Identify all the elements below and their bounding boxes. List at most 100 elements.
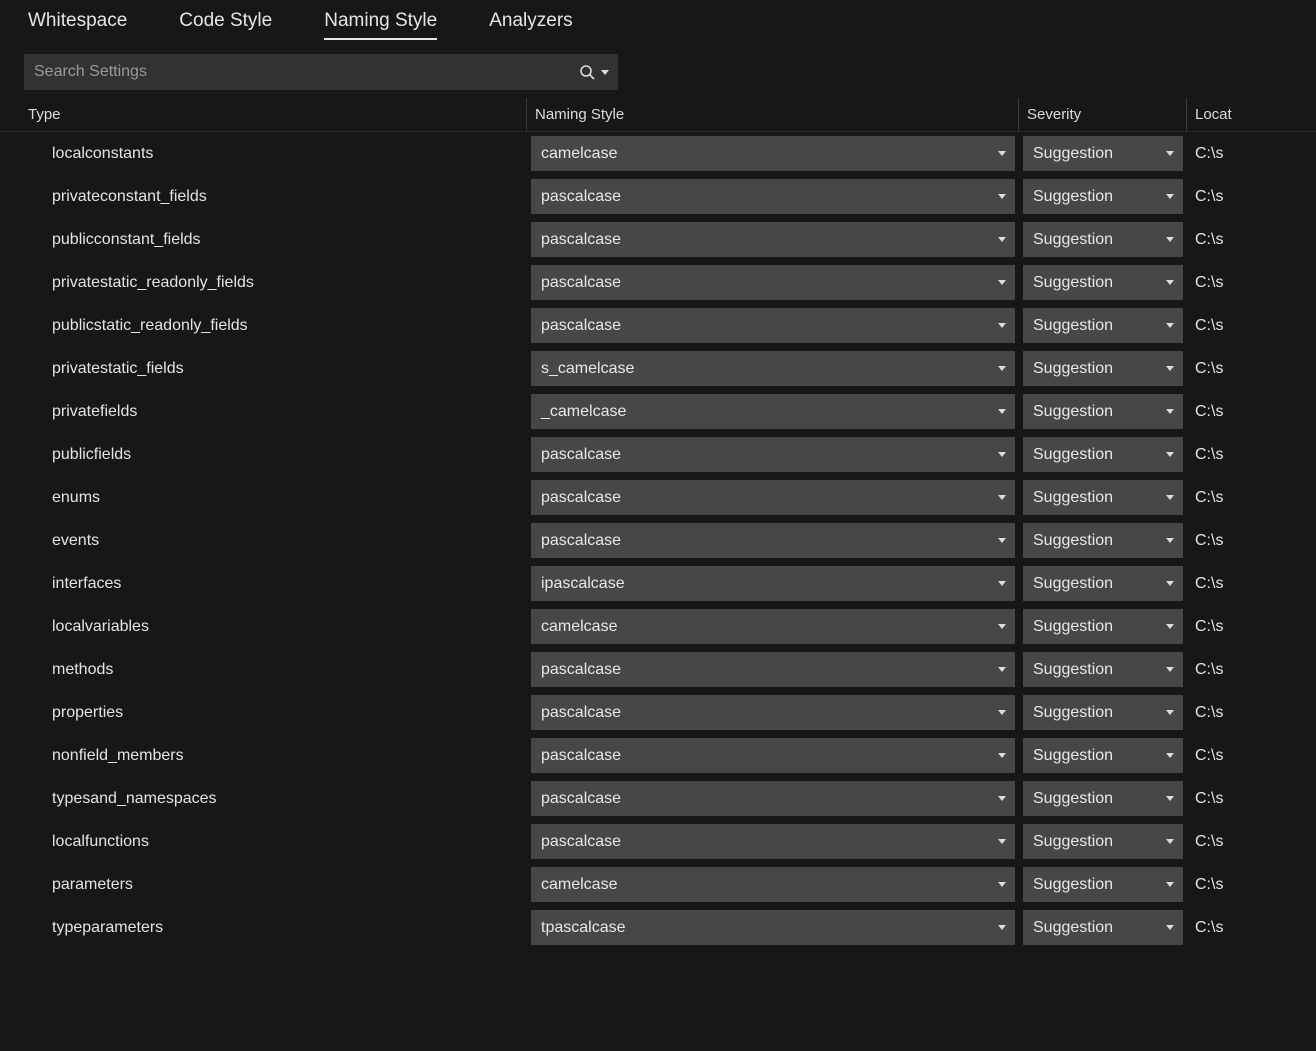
severity-dropdown[interactable]: Suggestion: [1023, 910, 1183, 945]
naming-style-dropdown[interactable]: pascalcase: [531, 480, 1015, 515]
severity-dropdown[interactable]: Suggestion: [1023, 566, 1183, 601]
table-row: enumspascalcaseSuggestionC:\s: [0, 476, 1316, 519]
chevron-down-icon: [1165, 837, 1175, 847]
chevron-down-icon: [1165, 622, 1175, 632]
naming-style-cell: s_camelcase: [527, 351, 1019, 386]
severity-dropdown[interactable]: Suggestion: [1023, 222, 1183, 257]
naming-style-dropdown[interactable]: pascalcase: [531, 824, 1015, 859]
chevron-down-icon: [997, 407, 1007, 417]
severity-value: Suggestion: [1033, 704, 1113, 722]
location-cell: C:\s: [1187, 919, 1316, 937]
location-cell: C:\s: [1187, 403, 1316, 421]
severity-dropdown[interactable]: Suggestion: [1023, 738, 1183, 773]
naming-style-dropdown[interactable]: pascalcase: [531, 265, 1015, 300]
type-cell: parameters: [0, 876, 527, 894]
naming-style-dropdown[interactable]: pascalcase: [531, 695, 1015, 730]
severity-value: Suggestion: [1033, 747, 1113, 765]
type-cell: typeparameters: [0, 919, 527, 937]
tab-whitespace[interactable]: Whitespace: [28, 10, 127, 40]
severity-value: Suggestion: [1033, 231, 1113, 249]
search-options-dropdown-icon[interactable]: [600, 67, 610, 77]
naming-style-dropdown[interactable]: s_camelcase: [531, 351, 1015, 386]
chevron-down-icon: [1165, 278, 1175, 288]
naming-style-dropdown[interactable]: pascalcase: [531, 781, 1015, 816]
naming-style-value: pascalcase: [541, 704, 621, 722]
naming-style-dropdown[interactable]: pascalcase: [531, 179, 1015, 214]
naming-style-value: pascalcase: [541, 833, 621, 851]
chevron-down-icon: [1165, 364, 1175, 374]
naming-style-dropdown[interactable]: camelcase: [531, 136, 1015, 171]
severity-dropdown[interactable]: Suggestion: [1023, 824, 1183, 859]
location-cell: C:\s: [1187, 876, 1316, 894]
severity-value: Suggestion: [1033, 360, 1113, 378]
chevron-down-icon: [1165, 579, 1175, 589]
chevron-down-icon: [997, 794, 1007, 804]
severity-cell: Suggestion: [1019, 738, 1187, 773]
naming-style-dropdown[interactable]: pascalcase: [531, 222, 1015, 257]
tab-analyzers[interactable]: Analyzers: [489, 10, 572, 40]
naming-style-dropdown[interactable]: tpascalcase: [531, 910, 1015, 945]
naming-style-dropdown[interactable]: pascalcase: [531, 738, 1015, 773]
chevron-down-icon: [1165, 149, 1175, 159]
severity-dropdown[interactable]: Suggestion: [1023, 394, 1183, 429]
type-cell: privatestatic_fields: [0, 360, 527, 378]
naming-style-dropdown[interactable]: camelcase: [531, 609, 1015, 644]
column-header-type[interactable]: Type: [0, 98, 527, 132]
naming-style-cell: pascalcase: [527, 523, 1019, 558]
location-cell: C:\s: [1187, 360, 1316, 378]
severity-cell: Suggestion: [1019, 781, 1187, 816]
naming-style-dropdown[interactable]: pascalcase: [531, 437, 1015, 472]
naming-style-dropdown[interactable]: pascalcase: [531, 308, 1015, 343]
table-row: publicconstant_fieldspascalcaseSuggestio…: [0, 218, 1316, 261]
severity-dropdown[interactable]: Suggestion: [1023, 781, 1183, 816]
naming-style-dropdown[interactable]: _camelcase: [531, 394, 1015, 429]
severity-dropdown[interactable]: Suggestion: [1023, 265, 1183, 300]
column-header-location[interactable]: Locat: [1187, 98, 1316, 132]
chevron-down-icon: [997, 192, 1007, 202]
severity-dropdown[interactable]: Suggestion: [1023, 136, 1183, 171]
naming-style-dropdown[interactable]: pascalcase: [531, 652, 1015, 687]
severity-cell: Suggestion: [1019, 566, 1187, 601]
table-row: privatestatic_readonly_fieldspascalcaseS…: [0, 261, 1316, 304]
severity-dropdown[interactable]: Suggestion: [1023, 695, 1183, 730]
naming-style-value: pascalcase: [541, 489, 621, 507]
severity-dropdown[interactable]: Suggestion: [1023, 308, 1183, 343]
type-cell: privateconstant_fields: [0, 188, 527, 206]
naming-style-dropdown[interactable]: camelcase: [531, 867, 1015, 902]
severity-cell: Suggestion: [1019, 480, 1187, 515]
chevron-down-icon: [1165, 321, 1175, 331]
naming-style-dropdown[interactable]: ipascalcase: [531, 566, 1015, 601]
naming-style-value: pascalcase: [541, 790, 621, 808]
tab-naming-style[interactable]: Naming Style: [324, 10, 437, 40]
column-header-severity[interactable]: Severity: [1019, 98, 1187, 132]
naming-style-dropdown[interactable]: pascalcase: [531, 523, 1015, 558]
naming-style-value: pascalcase: [541, 274, 621, 292]
column-header-naming-style[interactable]: Naming Style: [527, 98, 1019, 132]
table-row: interfacesipascalcaseSuggestionC:\s: [0, 562, 1316, 605]
naming-style-value: _camelcase: [541, 403, 626, 421]
table-row: localconstantscamelcaseSuggestionC:\s: [0, 132, 1316, 175]
severity-dropdown[interactable]: Suggestion: [1023, 437, 1183, 472]
location-cell: C:\s: [1187, 274, 1316, 292]
severity-dropdown[interactable]: Suggestion: [1023, 609, 1183, 644]
severity-dropdown[interactable]: Suggestion: [1023, 179, 1183, 214]
severity-cell: Suggestion: [1019, 437, 1187, 472]
grid-header: Type Naming Style Severity Locat: [0, 98, 1316, 132]
search-icon[interactable]: [578, 63, 596, 81]
severity-dropdown[interactable]: Suggestion: [1023, 652, 1183, 687]
severity-value: Suggestion: [1033, 833, 1113, 851]
tab-code-style[interactable]: Code Style: [179, 10, 272, 40]
naming-style-value: s_camelcase: [541, 360, 634, 378]
severity-dropdown[interactable]: Suggestion: [1023, 480, 1183, 515]
severity-dropdown[interactable]: Suggestion: [1023, 523, 1183, 558]
location-cell: C:\s: [1187, 704, 1316, 722]
naming-style-cell: pascalcase: [527, 480, 1019, 515]
severity-cell: Suggestion: [1019, 308, 1187, 343]
search-input[interactable]: [34, 63, 578, 81]
severity-dropdown[interactable]: Suggestion: [1023, 867, 1183, 902]
naming-style-cell: pascalcase: [527, 652, 1019, 687]
grid-body: localconstantscamelcaseSuggestionC:\s pri…: [0, 132, 1316, 949]
severity-dropdown[interactable]: Suggestion: [1023, 351, 1183, 386]
severity-value: Suggestion: [1033, 403, 1113, 421]
location-cell: C:\s: [1187, 188, 1316, 206]
